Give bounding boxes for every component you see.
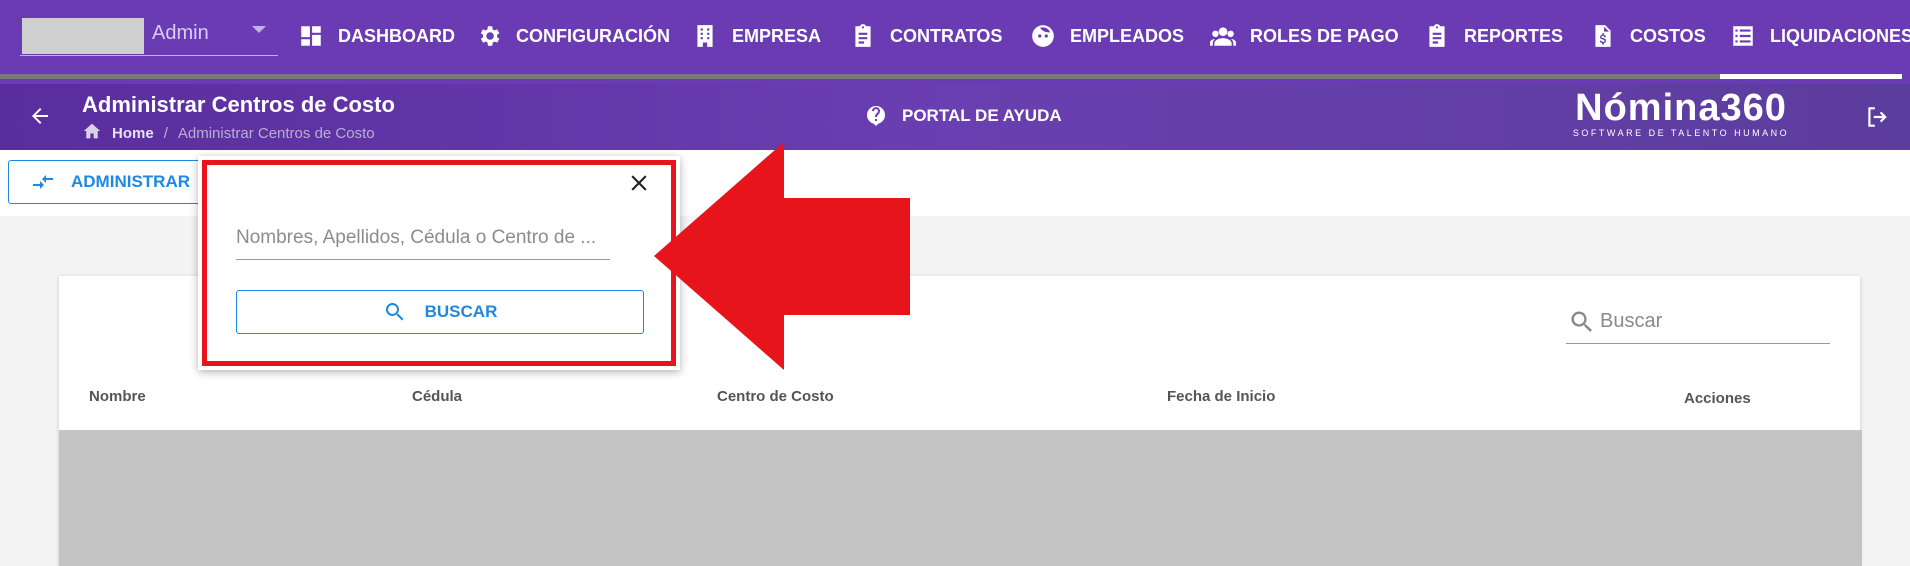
- nav-item-roles-de-pago[interactable]: ROLES DE PAGO: [1210, 18, 1399, 54]
- brand-name: Nómina360: [1575, 87, 1787, 129]
- back-button[interactable]: [28, 104, 52, 128]
- building-icon: [697, 25, 713, 47]
- breadcrumb: Home / Administrar Centros de Costo: [82, 122, 375, 144]
- arrow-left-icon: [32, 108, 48, 124]
- dollar-file-icon: [1595, 25, 1611, 47]
- nav-label: ROLES DE PAGO: [1250, 25, 1399, 46]
- nav-active-indicator: [1720, 74, 1902, 79]
- search-icon: [1571, 311, 1592, 332]
- page-title: Administrar Centros de Costo: [82, 92, 395, 117]
- annotation-highlight-box: [202, 160, 676, 366]
- column-header-fecha-de-inicio[interactable]: Fecha de Inicio: [1167, 388, 1275, 405]
- nav-item-contratos[interactable]: CONTRATOS: [850, 18, 1002, 54]
- nav-underline: [0, 74, 1902, 79]
- brand-tagline: SOFTWARE DE TALENTO HUMANO: [1572, 128, 1790, 138]
- dashboard-icon: [301, 26, 321, 46]
- table-search-input[interactable]: [1600, 306, 1820, 336]
- list-icon: [1733, 26, 1753, 46]
- breadcrumb-current: Administrar Centros de Costo: [177, 124, 375, 142]
- administrar-button[interactable]: ADMINISTRAR: [8, 160, 206, 204]
- gear-icon: [480, 26, 500, 46]
- nav-item-empleados[interactable]: EMPLEADOS: [1030, 18, 1184, 54]
- nav-item-configuracion[interactable]: CONFIGURACIÓN: [476, 18, 670, 54]
- clipboard-icon: [1429, 24, 1445, 47]
- nav-item-dashboard[interactable]: DASHBOARD: [298, 18, 455, 54]
- nav-label: REPORTES: [1464, 25, 1564, 46]
- column-header-centro-de-costo[interactable]: Centro de Costo: [717, 388, 834, 405]
- breadcrumb-home[interactable]: Home: [112, 125, 154, 142]
- column-header-cedula[interactable]: Cédula: [412, 388, 462, 405]
- nav-label: EMPLEADOS: [1070, 25, 1185, 46]
- clipboard-icon: [855, 24, 871, 47]
- logout-icon: [1868, 107, 1887, 127]
- people-icon: [1210, 27, 1236, 46]
- nav-label: COSTOS: [1630, 25, 1706, 46]
- nav-item-costos[interactable]: COSTOS: [1590, 18, 1706, 54]
- table-body: [59, 430, 1862, 566]
- home-icon[interactable]: [82, 122, 102, 144]
- page-header: Administrar Centros de Costo Home / Admi…: [0, 84, 1910, 150]
- help-portal-link[interactable]: PORTAL DE AYUDA: [864, 104, 1062, 128]
- annotation-arrow: [654, 142, 910, 370]
- breadcrumb-separator: /: [163, 124, 168, 142]
- nav-item-liquidaciones[interactable]: LIQUIDACIONES: [1730, 18, 1910, 54]
- nav-label: CONFIGURACIÓN: [516, 25, 670, 46]
- nav-item-reportes[interactable]: REPORTES: [1424, 18, 1563, 54]
- face-icon: [1032, 25, 1054, 47]
- nav-item-empresa[interactable]: EMPRESA: [692, 18, 821, 54]
- nav-label: LIQUIDACIONES: [1770, 25, 1910, 46]
- nav-label: DASHBOARD: [338, 25, 455, 46]
- help-icon: [867, 106, 885, 126]
- compare-arrows-icon: [33, 175, 53, 189]
- chevron-down-icon[interactable]: [252, 26, 266, 33]
- table-search: [1566, 300, 1830, 344]
- help-label: PORTAL DE AYUDA: [902, 106, 1062, 125]
- user-name: Admin: [152, 22, 209, 44]
- logout-button[interactable]: [1864, 104, 1890, 135]
- nav-label: EMPRESA: [732, 25, 822, 46]
- brand-logo: Nómina360 SOFTWARE DE TALENTO HUMANO: [1566, 88, 1796, 138]
- administrar-label: ADMINISTRAR: [71, 172, 190, 191]
- top-navigation: Admin DASHBOARD CONFIGURACIÓN EMPRESA CO…: [0, 0, 1910, 84]
- avatar: [22, 18, 144, 54]
- nav-label: CONTRATOS: [890, 25, 1003, 46]
- column-header-acciones: Acciones: [1684, 390, 1751, 407]
- column-header-nombre[interactable]: Nombre: [89, 388, 146, 405]
- user-menu[interactable]: Admin: [20, 14, 278, 56]
